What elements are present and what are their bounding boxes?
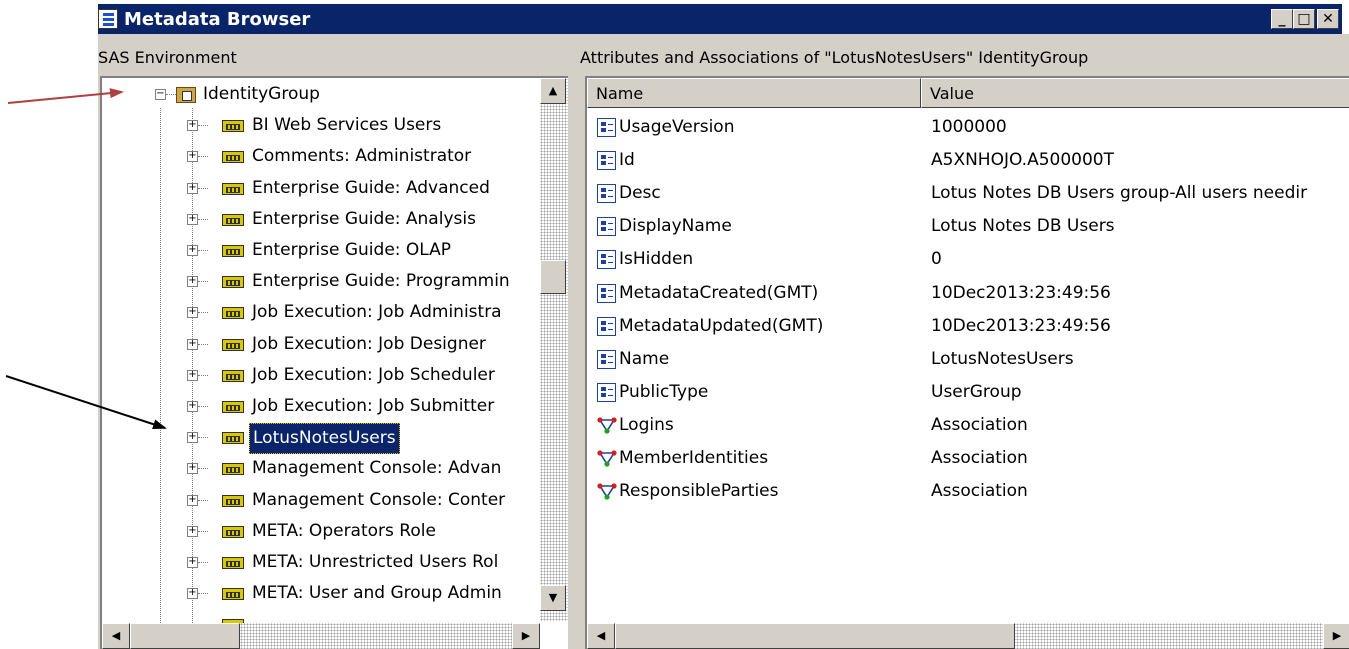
annotation-arrows <box>5 88 167 430</box>
red-annotation-arrow <box>7 88 124 104</box>
black-annotation-arrow <box>5 375 167 430</box>
